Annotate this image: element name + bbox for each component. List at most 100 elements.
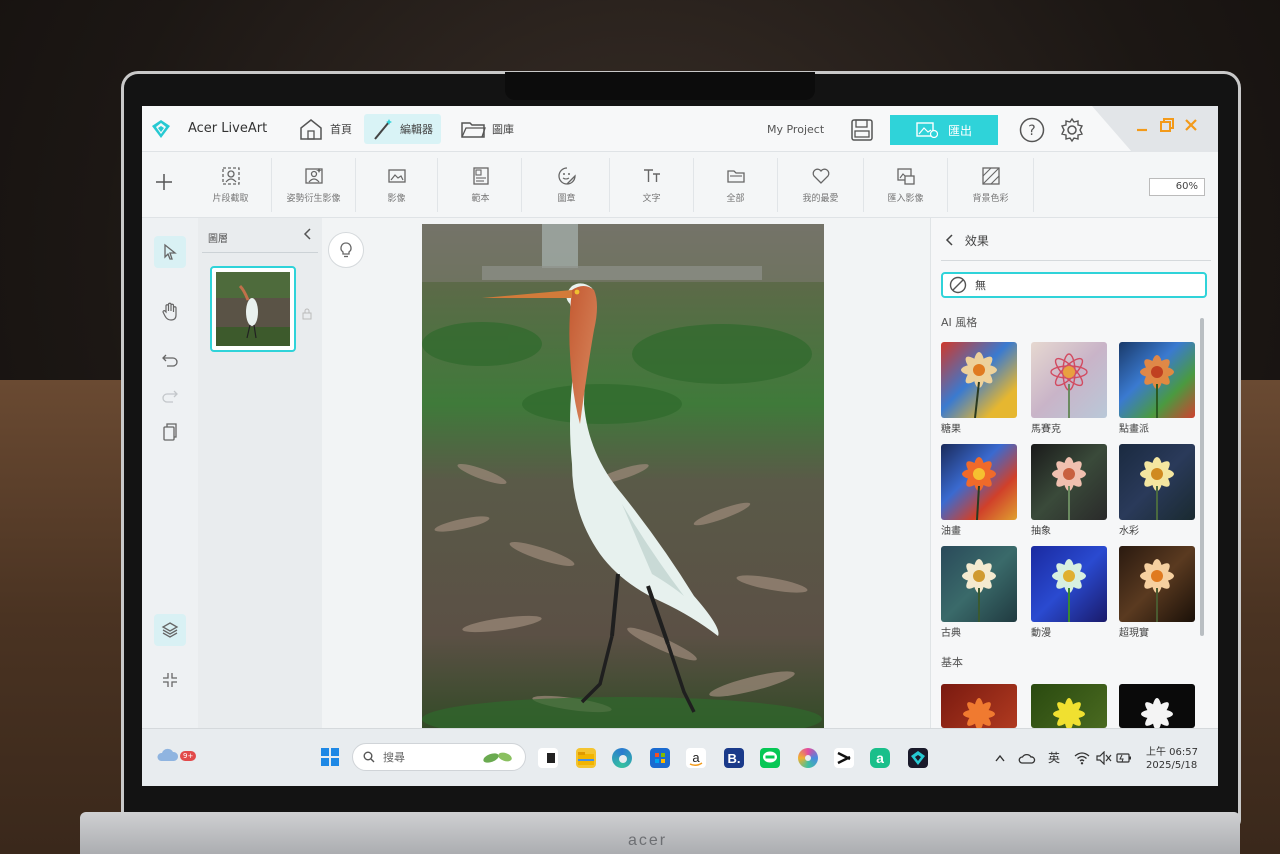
app-title: Acer LiveArt <box>188 121 268 136</box>
taskbar-app-file-explorer[interactable] <box>576 748 596 768</box>
taskbar-app-task-view[interactable] <box>538 748 558 768</box>
chevron-up-icon[interactable] <box>994 753 1006 763</box>
effect-oil-label: 油畫 <box>941 526 961 537</box>
svg-text:?: ? <box>1028 123 1035 139</box>
tool-all[interactable]: 全部 <box>694 158 778 212</box>
tool-template[interactable]: 範本 <box>440 158 522 212</box>
add-button[interactable] <box>154 170 174 198</box>
effects-panel: 效果 無 AI 風格 糖果 馬賽克 點畫派 油畫 抽象 水彩 古典 動漫 超現實… <box>930 218 1218 728</box>
wand-icon <box>374 119 392 140</box>
minimize-button[interactable] <box>1136 118 1148 136</box>
no-effect-option[interactable]: 無 <box>941 272 1207 298</box>
save-button[interactable] <box>848 116 876 144</box>
effect-abstract-label: 抽象 <box>1031 526 1051 537</box>
egret-thumbnail-image <box>216 272 290 346</box>
tool-favorites[interactable]: 我的最愛 <box>778 158 864 212</box>
redo-button[interactable] <box>154 380 186 412</box>
laptop-screen: Acer LiveArt 首頁 編輯器 圖庫 My Project 匯出 ? 片… <box>142 106 1218 786</box>
taskbar-app-amazon[interactable]: a <box>686 748 706 768</box>
flower-thumbnail <box>1053 698 1085 728</box>
nav-gallery-label: 圖庫 <box>492 123 514 136</box>
taskbar-app-booking[interactable]: B. <box>724 748 744 768</box>
taskbar-search[interactable]: 搜尋 <box>352 743 526 771</box>
layer-thumbnail[interactable] <box>210 266 296 352</box>
effect-abstract[interactable] <box>1031 444 1107 520</box>
taskbar-app-edge[interactable] <box>612 748 632 768</box>
effect-watercolor-label: 水彩 <box>1119 526 1139 537</box>
tool-pose-image[interactable]: 姿勢衍生影像 <box>272 158 356 212</box>
tool-label: 片段截取 <box>212 193 249 204</box>
effect-anime[interactable] <box>1031 546 1107 622</box>
egret-photo[interactable] <box>422 224 824 738</box>
layer-lock-button[interactable] <box>302 308 312 323</box>
effect-candy[interactable] <box>941 342 1017 418</box>
undo-button[interactable] <box>154 344 186 376</box>
help-button[interactable]: ? <box>1018 116 1046 144</box>
effects-scrollbar[interactable] <box>1200 318 1204 636</box>
zoom-level-field[interactable]: 60% <box>1149 178 1205 196</box>
export-button[interactable]: 匯出 <box>890 115 998 145</box>
volume-muted-icon[interactable] <box>1096 751 1112 765</box>
clock-time[interactable]: 上午 06:57 <box>1146 743 1198 758</box>
effect-pointillism[interactable] <box>1119 342 1195 418</box>
effect-pointillism-label: 點畫派 <box>1119 424 1149 435</box>
import-image-icon <box>896 167 915 185</box>
clock-date[interactable]: 2025/5/18 <box>1146 760 1197 771</box>
folder-icon <box>461 122 486 138</box>
nav-gallery[interactable]: 圖庫 <box>452 114 522 144</box>
duplicate-button[interactable] <box>154 416 186 448</box>
taskbar-app-liveart[interactable] <box>908 748 928 768</box>
taskbar-app-store[interactable] <box>650 748 670 768</box>
effect-basic-warm[interactable] <box>941 684 1017 728</box>
collapse-button[interactable] <box>154 664 186 696</box>
taskbar-app-line[interactable] <box>760 748 780 768</box>
cloud-sync-icon[interactable] <box>1018 751 1036 765</box>
effect-basic-vivid[interactable] <box>1031 684 1107 728</box>
pan-tool-button[interactable] <box>154 296 186 328</box>
flower-thumbnail <box>963 698 995 728</box>
effect-surreal[interactable] <box>1119 546 1195 622</box>
tool-image[interactable]: 影像 <box>356 158 438 212</box>
acer-a-icon: a <box>876 750 884 766</box>
home-icon <box>300 119 322 140</box>
settings-button[interactable] <box>1058 116 1086 144</box>
tool-background-color[interactable]: 背景色彩 <box>948 158 1034 212</box>
start-button[interactable] <box>320 747 340 767</box>
nav-editor[interactable]: 編輯器 <box>364 114 441 144</box>
chevron-left-icon <box>945 234 953 246</box>
weather-widget[interactable]: 9+ <box>156 743 197 767</box>
booking-icon: B. <box>728 751 741 766</box>
project-name[interactable]: My Project <box>767 123 824 136</box>
tool-portrait-crop[interactable]: 片段截取 <box>190 158 272 212</box>
layers-collapse-button[interactable] <box>302 226 312 245</box>
wifi-icon[interactable] <box>1074 751 1090 765</box>
maximize-button[interactable] <box>1160 118 1174 136</box>
taskbar-app-copilot[interactable] <box>798 748 818 768</box>
tool-label: 我的最愛 <box>802 193 839 204</box>
tool-sticker[interactable]: 圖章 <box>524 158 610 212</box>
layers-divider <box>202 252 318 253</box>
camera-notch <box>505 72 815 100</box>
tips-button[interactable] <box>328 232 364 268</box>
effect-classic[interactable] <box>941 546 1017 622</box>
redo-icon <box>162 390 178 403</box>
tool-import-image[interactable]: 匯入影像 <box>864 158 948 212</box>
effects-header[interactable]: 效果 <box>945 232 989 249</box>
taskbar-app-capcut[interactable] <box>834 748 854 768</box>
layers-toggle-button[interactable] <box>154 614 186 646</box>
copilot-icon <box>805 755 811 761</box>
battery-icon[interactable] <box>1116 751 1134 765</box>
effect-basic-mono[interactable] <box>1119 684 1195 728</box>
nav-home[interactable]: 首頁 <box>290 114 360 144</box>
close-button[interactable] <box>1184 118 1198 136</box>
effect-watercolor[interactable] <box>1119 444 1195 520</box>
taskbar-app-acer-sense[interactable]: a <box>870 748 890 768</box>
select-tool-button[interactable] <box>154 236 186 268</box>
line-messenger-icon <box>763 751 777 763</box>
ime-indicator[interactable]: 英 <box>1048 749 1060 766</box>
tool-text[interactable]: 文字 <box>610 158 694 212</box>
effect-oil-painting[interactable] <box>941 444 1017 520</box>
effect-mosaic[interactable] <box>1031 342 1107 418</box>
tool-ribbon: 片段截取 姿勢衍生影像 影像 範本 圖章 文字 全部 我的最愛 匯入影像 背景色… <box>142 152 1218 218</box>
restore-icon <box>1160 118 1174 132</box>
